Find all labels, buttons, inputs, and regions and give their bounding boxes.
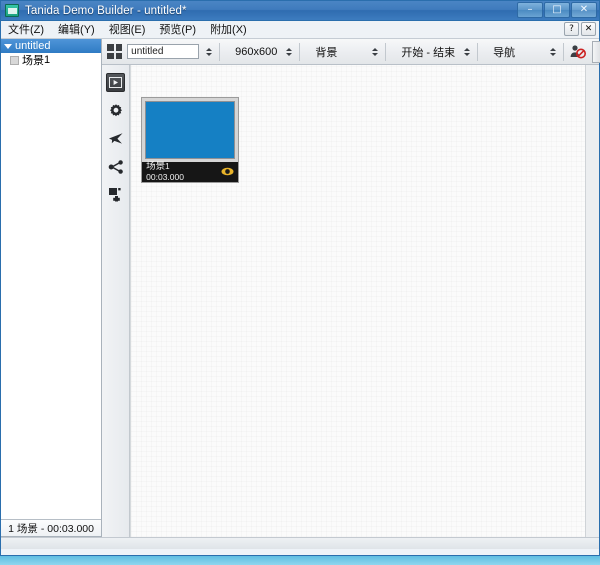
background-value[interactable]: 背景 xyxy=(313,44,339,60)
scene-card-duration: 00:03.000 xyxy=(146,172,184,182)
scene-preview-thumbnail[interactable] xyxy=(145,101,236,159)
canvas-area: 场景1 00:03.000 xyxy=(102,65,599,537)
toolbar-separator xyxy=(219,42,221,61)
minimize-button[interactable]: – xyxy=(517,2,543,18)
expand-triangle-icon[interactable] xyxy=(4,43,12,49)
scene-stage[interactable]: 场景1 00:03.000 xyxy=(130,65,585,537)
tree-scene-label: 场景 xyxy=(22,55,44,67)
editor-area: untitled 960x600 背景 开始 - 结束 导航 场景1 00:03… xyxy=(102,39,600,537)
application-window: Tanida Demo Builder - untitled* – □ ✕ 文件… xyxy=(0,0,600,556)
plane-icon[interactable] xyxy=(106,129,125,148)
menu-item-edit[interactable]: 编辑(Y) xyxy=(51,22,102,38)
toolbar-separator-2 xyxy=(299,42,301,61)
close-button[interactable]: ✕ xyxy=(571,2,597,18)
navigation-value[interactable]: 导航 xyxy=(491,44,517,60)
project-name-dropdown-arrow[interactable] xyxy=(203,44,214,59)
maximize-button[interactable]: □ xyxy=(544,2,570,18)
gear-icon[interactable] xyxy=(106,101,125,120)
mdi-controls: ? ✕ xyxy=(564,22,596,36)
stage-vertical-scrollbar[interactable] xyxy=(585,65,599,537)
scene-thumbnail-icon xyxy=(10,55,19,65)
scene-caption-text: 场景1 00:03.000 xyxy=(146,162,184,182)
play-icon[interactable] xyxy=(106,73,126,92)
project-name-input[interactable]: untitled xyxy=(127,44,200,59)
resolution-dropdown-arrow[interactable] xyxy=(283,44,294,59)
tree-scene-number: 1 xyxy=(44,54,51,66)
menu-item-view[interactable]: 视图(E) xyxy=(102,22,153,38)
add-object-icon[interactable] xyxy=(106,185,125,204)
project-tree-panel: untitled 场景 1 1 场景 - 00:03.000 xyxy=(1,39,103,537)
scene-card-number: 1 xyxy=(165,162,170,171)
window-titlebar: Tanida Demo Builder - untitled* – □ ✕ xyxy=(1,1,599,21)
scene-caption: 场景1 00:03.000 xyxy=(142,162,239,182)
toolbar-separator-3 xyxy=(385,42,387,61)
main-toolbar: untitled 960x600 背景 开始 - 结束 导航 xyxy=(102,39,600,65)
navigation-dropdown-arrow[interactable] xyxy=(547,44,558,59)
start-end-dropdown-arrow[interactable] xyxy=(461,44,472,59)
scene-card-title: 场景 xyxy=(146,161,166,172)
start-end-value[interactable]: 开始 - 结束 xyxy=(399,44,457,60)
scene-count-status: 1 场景 - 00:03.000 xyxy=(1,519,102,536)
toolbar-overflow-scroll-thumb[interactable] xyxy=(592,40,600,63)
help-button[interactable]: ? xyxy=(564,22,579,36)
toolbar-separator-5 xyxy=(563,42,565,61)
project-tree[interactable]: untitled 场景 1 xyxy=(1,39,102,519)
background-dropdown-arrow[interactable] xyxy=(369,44,380,59)
menu-item-preview[interactable]: 预览(P) xyxy=(152,22,203,38)
menu-item-addons[interactable]: 附加(X) xyxy=(203,22,254,38)
menu-item-file[interactable]: 文件(Z) xyxy=(1,22,51,38)
window-controls: – □ ✕ xyxy=(517,2,597,18)
user-disabled-icon[interactable] xyxy=(569,44,587,59)
share-icon[interactable] xyxy=(106,157,125,176)
menubar: 文件(Z) 编辑(Y) 视图(E) 预览(P) 附加(X) ? ✕ xyxy=(1,21,599,39)
tree-item-scene[interactable]: 场景 1 xyxy=(1,53,101,67)
tree-root-label: untitled xyxy=(15,40,51,52)
toolbar-separator-4 xyxy=(477,42,479,61)
vertical-toolbar xyxy=(102,65,131,537)
resolution-value[interactable]: 960x600 xyxy=(233,46,279,58)
window-title: Tanida Demo Builder - untitled* xyxy=(25,4,187,17)
eye-icon[interactable] xyxy=(221,167,234,176)
window-bottom-strip xyxy=(1,537,599,549)
mdi-close-button[interactable]: ✕ xyxy=(581,22,596,36)
tree-item-root[interactable]: untitled xyxy=(1,39,102,53)
scene-card[interactable]: 场景1 00:03.000 xyxy=(141,97,240,183)
app-icon xyxy=(5,4,19,17)
desktop-background: Tanida Demo Builder - untitled* – □ ✕ 文件… xyxy=(0,0,600,565)
grid-view-icon[interactable] xyxy=(107,44,123,59)
main-body: untitled 场景 1 1 场景 - 00:03.000 untitled … xyxy=(1,39,600,537)
